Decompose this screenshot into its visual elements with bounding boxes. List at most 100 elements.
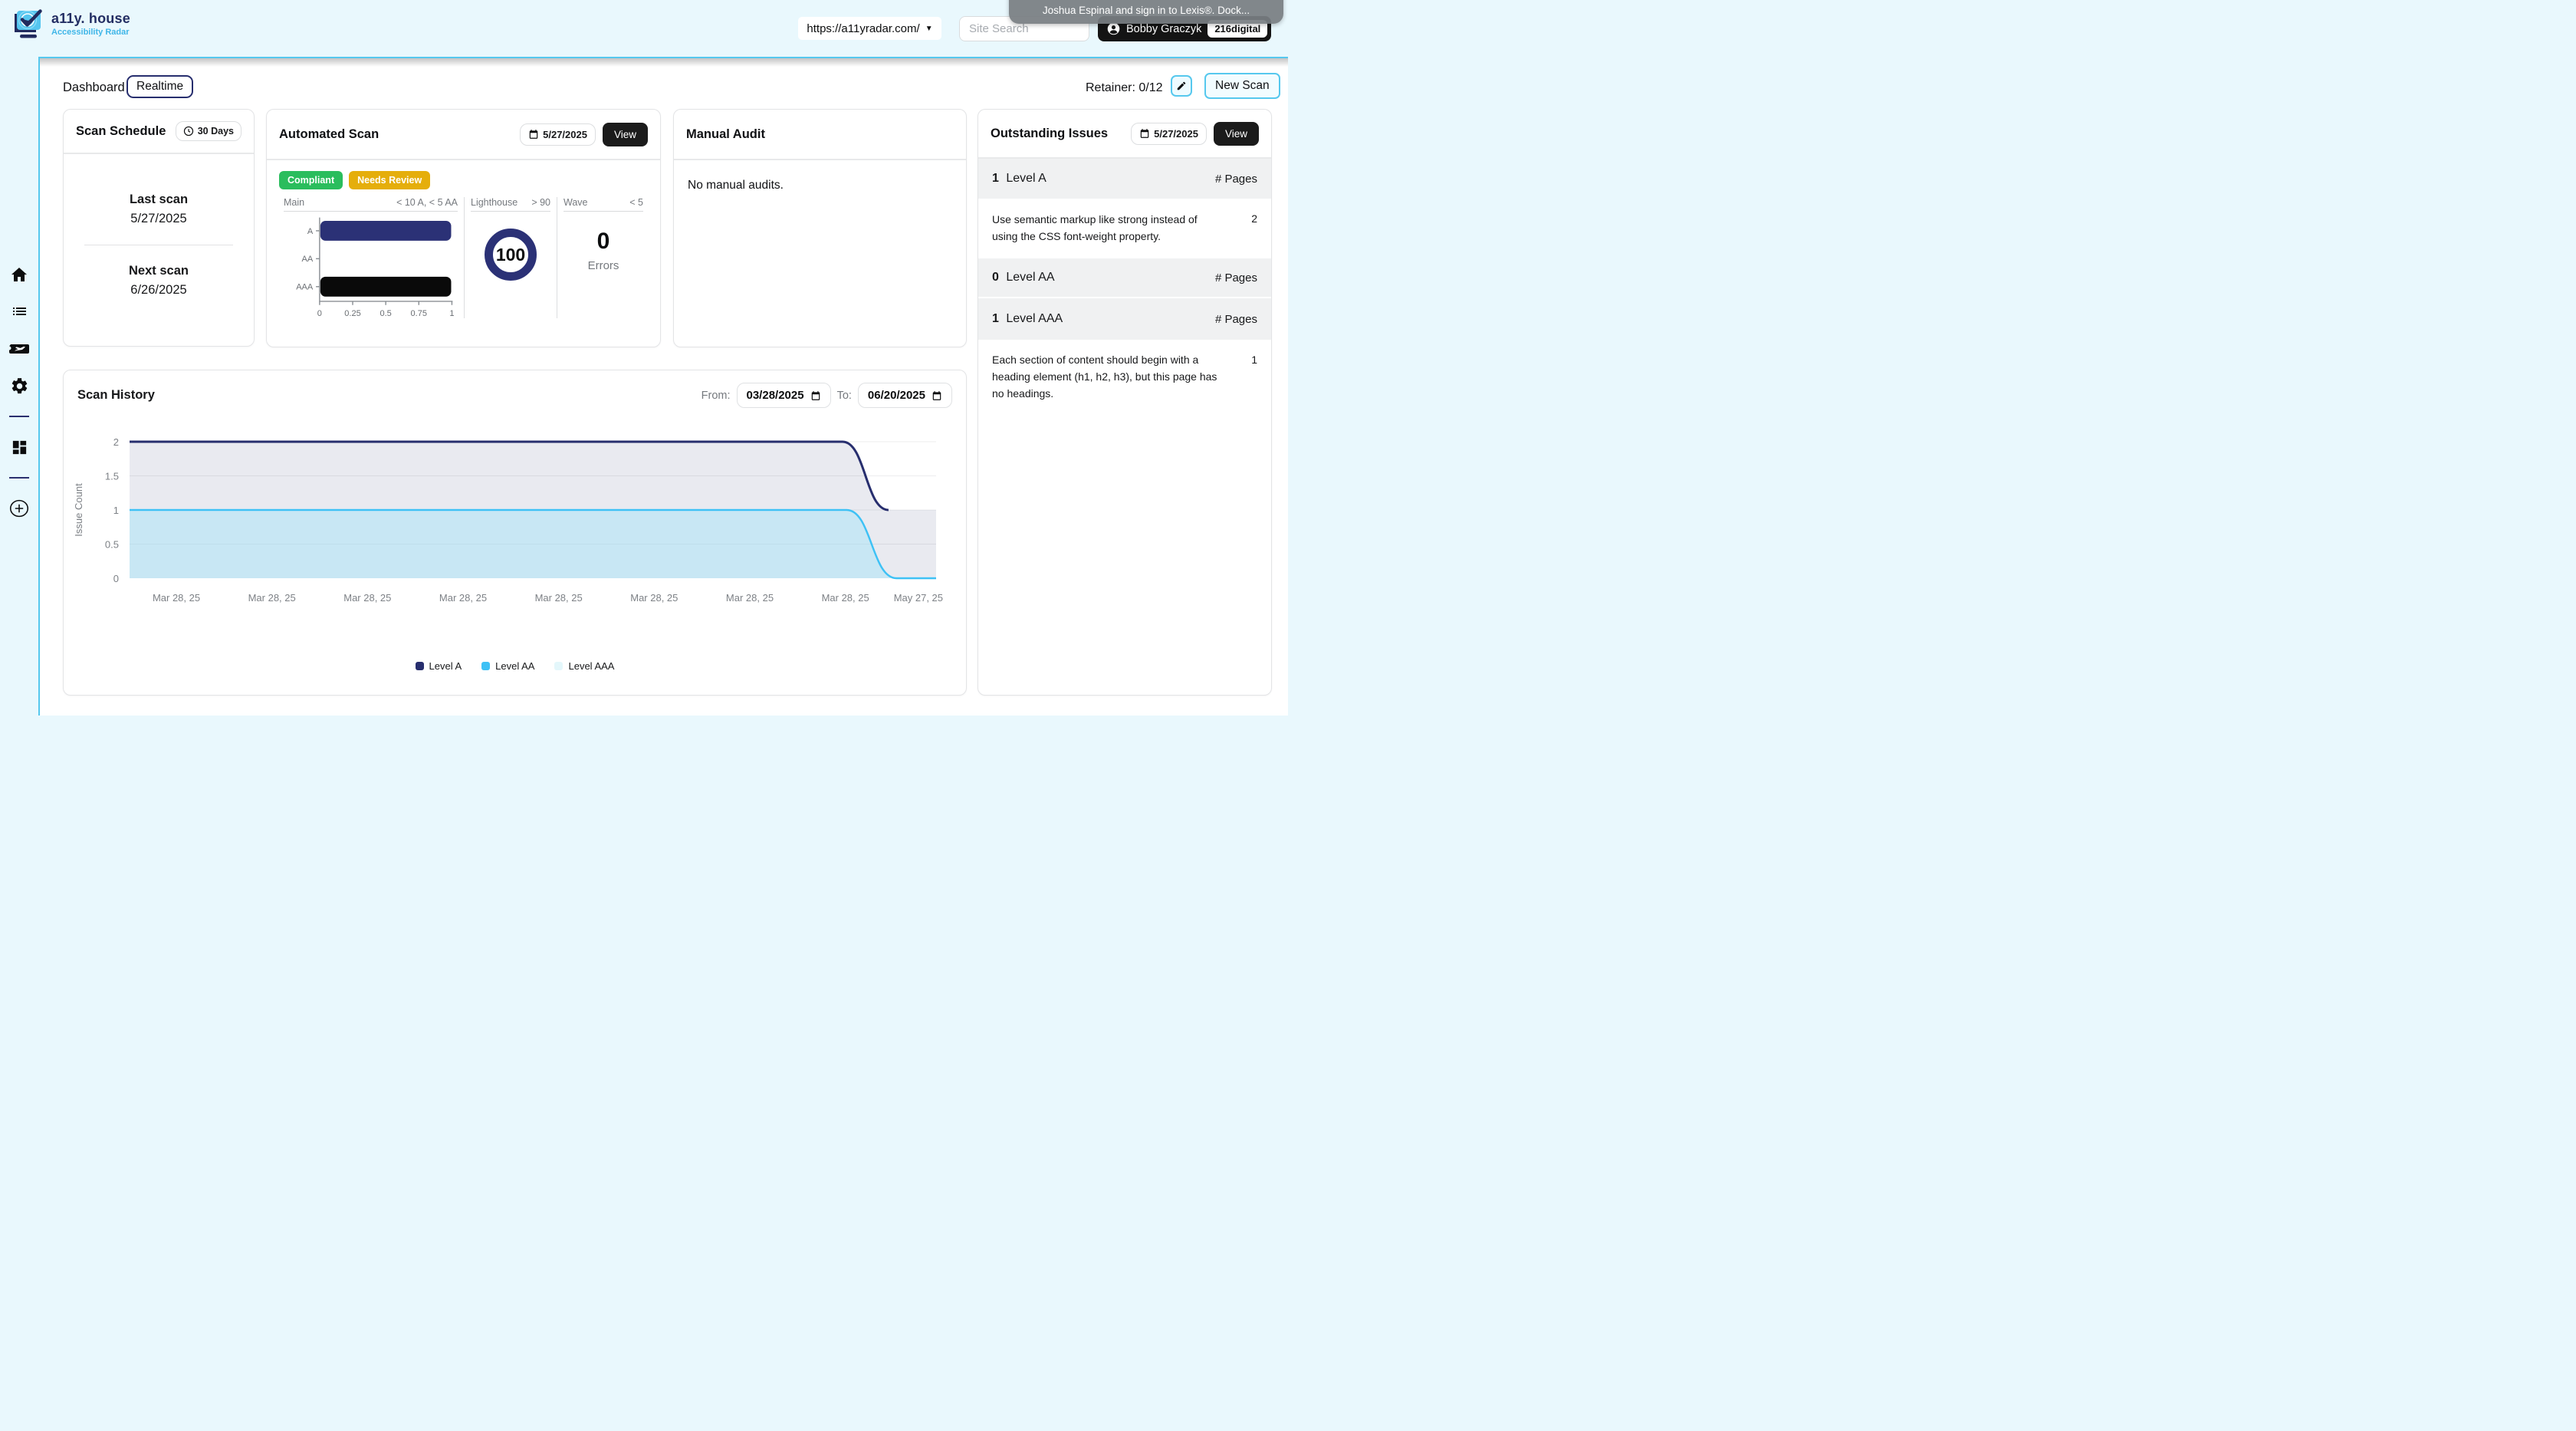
svg-text:1.5: 1.5 — [105, 471, 119, 482]
notification-toast[interactable]: Joshua Espinal and sign in to Lexis®. Do… — [1009, 0, 1283, 24]
new-scan-button[interactable]: New Scan — [1204, 73, 1280, 99]
sidebar-divider — [9, 477, 29, 479]
realtime-button[interactable]: Realtime — [127, 75, 193, 98]
svg-text:Mar 28, 25: Mar 28, 25 — [630, 592, 678, 604]
wave-error-label: Errors — [564, 259, 643, 272]
svg-text:0: 0 — [317, 309, 322, 318]
brand-title: a11y. house — [51, 11, 130, 27]
svg-text:0.75: 0.75 — [411, 309, 427, 318]
svg-text:Mar 28, 25: Mar 28, 25 — [248, 592, 296, 604]
svg-text:A: A — [307, 227, 314, 236]
add-circle-icon — [9, 498, 29, 519]
svg-text:AAA: AAA — [296, 283, 314, 292]
sidebar-item-dashboard[interactable] — [9, 437, 29, 457]
issue-row: Each section of content should begin wit… — [978, 341, 1271, 415]
toast-message: Joshua Espinal and sign in to Lexis®. Do… — [1043, 5, 1250, 16]
clock-icon — [183, 126, 194, 137]
main-panel-target: < 10 A, < 5 AA — [396, 197, 458, 208]
issue-count-area-chart: 00.511.52Mar 28, 25Mar 28, 25Mar 28, 25M… — [70, 400, 959, 656]
issue-page-count: 1 — [1251, 341, 1257, 366]
pages-header: # Pages — [1215, 313, 1257, 326]
retainer-label: Retainer: 0/12 — [1086, 81, 1163, 95]
legend-level-aa: Level AA — [481, 660, 534, 672]
calendar-icon — [528, 129, 539, 140]
automated-scan-date[interactable]: 5/27/2025 — [520, 123, 596, 146]
sidebar-item-scans[interactable] — [9, 339, 29, 359]
needs-review-badge: Needs Review — [349, 171, 430, 189]
site-url-selector[interactable]: https://a11yradar.com/ ▼ — [798, 17, 941, 40]
chevron-down-icon: ▼ — [925, 25, 933, 33]
svg-text:2: 2 — [113, 436, 119, 448]
sidebar-nav — [0, 57, 38, 716]
pages-header: # Pages — [1215, 173, 1257, 186]
wave-error-count: 0 — [564, 229, 643, 255]
svg-text:1: 1 — [449, 309, 454, 318]
scan-history-card: Scan History From: 03/28/2025 To: 06/20/… — [63, 370, 967, 696]
last-scan-label: Last scan — [64, 192, 254, 207]
wave-panel-target: < 5 — [629, 197, 643, 208]
user-name: Bobby Graczyk — [1126, 23, 1201, 35]
svg-text:Mar 28, 25: Mar 28, 25 — [726, 592, 774, 604]
manual-audit-empty-message: No manual audits. — [674, 160, 966, 211]
svg-text:Mar 28, 25: Mar 28, 25 — [439, 592, 487, 604]
level-aaa-summary-row: 1 Level AAA # Pages — [978, 298, 1271, 341]
outstanding-issues-view-button[interactable]: View — [1214, 122, 1259, 146]
scan-schedule-title: Scan Schedule — [76, 124, 166, 139]
automated-scan-view-button[interactable]: View — [603, 123, 648, 146]
automated-scan-card: Automated Scan 5/27/2025 View Compliant … — [266, 109, 661, 347]
gear-icon — [10, 377, 29, 396]
svg-text:AA: AA — [302, 255, 314, 264]
wave-panel-label: Wave — [564, 197, 588, 208]
period-badge[interactable]: 30 Days — [176, 121, 242, 141]
pages-header: # Pages — [1215, 271, 1257, 285]
site-url-value: https://a11yradar.com/ — [807, 22, 919, 35]
main-stat-panel: Main < 10 A, < 5 AA AAAAAA00.250.50.751 — [278, 197, 464, 318]
svg-text:0.25: 0.25 — [344, 309, 360, 318]
lighthouse-stat-panel: Lighthouse > 90 100 — [464, 197, 557, 318]
compliant-badge: Compliant — [279, 171, 343, 189]
brand-subtitle: Accessibility Radar — [51, 28, 130, 37]
main-content: Dashboard Realtime Retainer: 0/12 New Sc… — [38, 57, 1288, 716]
sidebar-item-list[interactable] — [9, 302, 29, 322]
legend-swatch-level-a — [416, 662, 424, 670]
issue-text: Use semantic markup like strong instead … — [992, 201, 1222, 255]
legend-level-aaa: Level AAA — [554, 660, 614, 672]
level-aa-summary-row: 0 Level AA # Pages — [978, 258, 1271, 298]
outstanding-issues-title: Outstanding Issues — [991, 127, 1108, 141]
wcag-bar-chart: AAAAAA00.250.50.751 — [284, 212, 458, 318]
manual-audit-card: Manual Audit No manual audits. — [673, 109, 967, 347]
last-scan-date: 5/27/2025 — [64, 212, 254, 226]
legend-swatch-level-aa — [481, 662, 490, 670]
calendar-icon — [1139, 128, 1150, 139]
outstanding-issues-card: Outstanding Issues 5/27/2025 View 1 Leve… — [978, 109, 1272, 696]
person-icon — [1107, 22, 1120, 35]
pencil-icon — [1176, 81, 1187, 91]
chart-legend: Level A Level AA Level AAA — [64, 660, 966, 672]
svg-text:0.5: 0.5 — [380, 309, 391, 318]
sidebar-divider — [9, 416, 29, 417]
main-panel-label: Main — [284, 197, 304, 208]
svg-text:Mar 28, 25: Mar 28, 25 — [153, 592, 200, 604]
lighthouse-score: 100 — [496, 245, 525, 265]
svg-text:0.5: 0.5 — [105, 539, 119, 551]
legend-level-a: Level A — [416, 660, 462, 672]
wave-stat-panel: Wave < 5 0 Errors — [557, 197, 649, 318]
next-scan-label: Next scan — [64, 264, 254, 278]
legend-swatch-level-aaa — [554, 662, 563, 670]
brand-logo[interactable]: a11y. house Accessibility Radar — [11, 8, 130, 40]
dashboard-grid-icon — [11, 439, 28, 456]
outstanding-issues-date[interactable]: 5/27/2025 — [1131, 123, 1207, 145]
home-icon — [10, 266, 28, 285]
sidebar-item-add[interactable] — [9, 498, 29, 518]
sidebar-item-settings[interactable] — [9, 376, 29, 396]
svg-text:0: 0 — [113, 573, 119, 584]
svg-text:Issue Count: Issue Count — [73, 483, 84, 537]
sidebar-item-home[interactable] — [9, 265, 29, 285]
svg-text:Mar 28, 25: Mar 28, 25 — [535, 592, 583, 604]
issue-page-count: 2 — [1251, 200, 1257, 225]
edit-retainer-button[interactable] — [1171, 75, 1192, 97]
page-title: Dashboard — [63, 81, 125, 95]
flight-ticket-icon — [9, 340, 29, 357]
svg-text:Mar 28, 25: Mar 28, 25 — [822, 592, 869, 604]
automated-scan-title: Automated Scan — [279, 127, 379, 142]
